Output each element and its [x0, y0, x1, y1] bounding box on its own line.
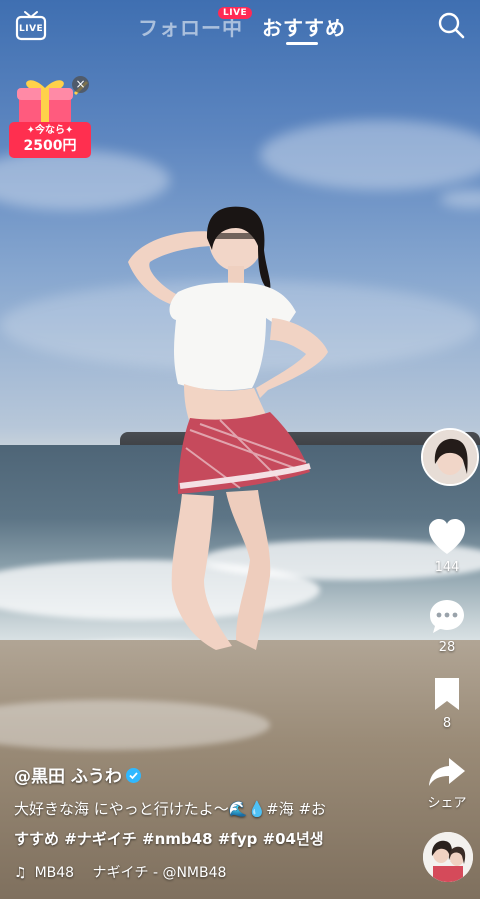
- creator-username[interactable]: @黒田 ふうわ: [14, 762, 141, 787]
- promo-close-button[interactable]: ×: [72, 76, 89, 93]
- promo-label: ✦今なら✦: [26, 125, 74, 136]
- live-badge: LIVE: [218, 7, 253, 19]
- top-bar: LIVE フォロー中 LIVE おすすめ: [0, 0, 480, 60]
- verified-badge-icon: [125, 768, 141, 783]
- promo-price-badge[interactable]: ✦今なら✦ 2500円: [9, 122, 91, 158]
- music-ticker[interactable]: ♫ MB48 ナギイチ - @NMB48: [14, 862, 226, 882]
- share-label: シェア: [427, 796, 467, 811]
- active-tab-indicator: [286, 42, 318, 45]
- save-button[interactable]: 8: [416, 676, 478, 731]
- music-note-icon: ♫: [14, 865, 27, 881]
- bookmark-icon: [435, 678, 459, 710]
- music-disc-image: [423, 832, 473, 882]
- caption-line-1[interactable]: 大好きな海 にやっと行けたよ〜🌊💧#海 #お: [14, 798, 326, 819]
- caption-line-2[interactable]: すすめ #ナギイチ #nmb48 #fyp #04년생: [14, 828, 324, 849]
- heart-icon: [429, 519, 465, 554]
- search-icon: [438, 12, 465, 39]
- live-label: LIVE: [19, 24, 44, 34]
- tab-recommended[interactable]: おすすめ: [262, 12, 346, 41]
- avatar-image: [423, 430, 477, 484]
- search-button[interactable]: [436, 10, 466, 40]
- like-button[interactable]: 144: [416, 518, 478, 575]
- save-count: 8: [442, 716, 452, 731]
- live-button[interactable]: LIVE: [14, 8, 48, 42]
- comment-icon: [430, 600, 464, 633]
- music-disc[interactable]: [423, 832, 473, 882]
- comment-count: 28: [438, 640, 456, 655]
- comment-button[interactable]: 28: [416, 598, 478, 655]
- share-arrow-icon: [429, 758, 465, 786]
- share-button[interactable]: シェア: [416, 756, 478, 811]
- promo-price: 2500円: [23, 138, 77, 154]
- creator-avatar[interactable]: [421, 428, 479, 486]
- username-text: @黒田 ふうわ: [14, 767, 122, 787]
- music-title: MB48 ナギイチ - @NMB48: [34, 865, 227, 881]
- like-count: 144: [434, 560, 460, 575]
